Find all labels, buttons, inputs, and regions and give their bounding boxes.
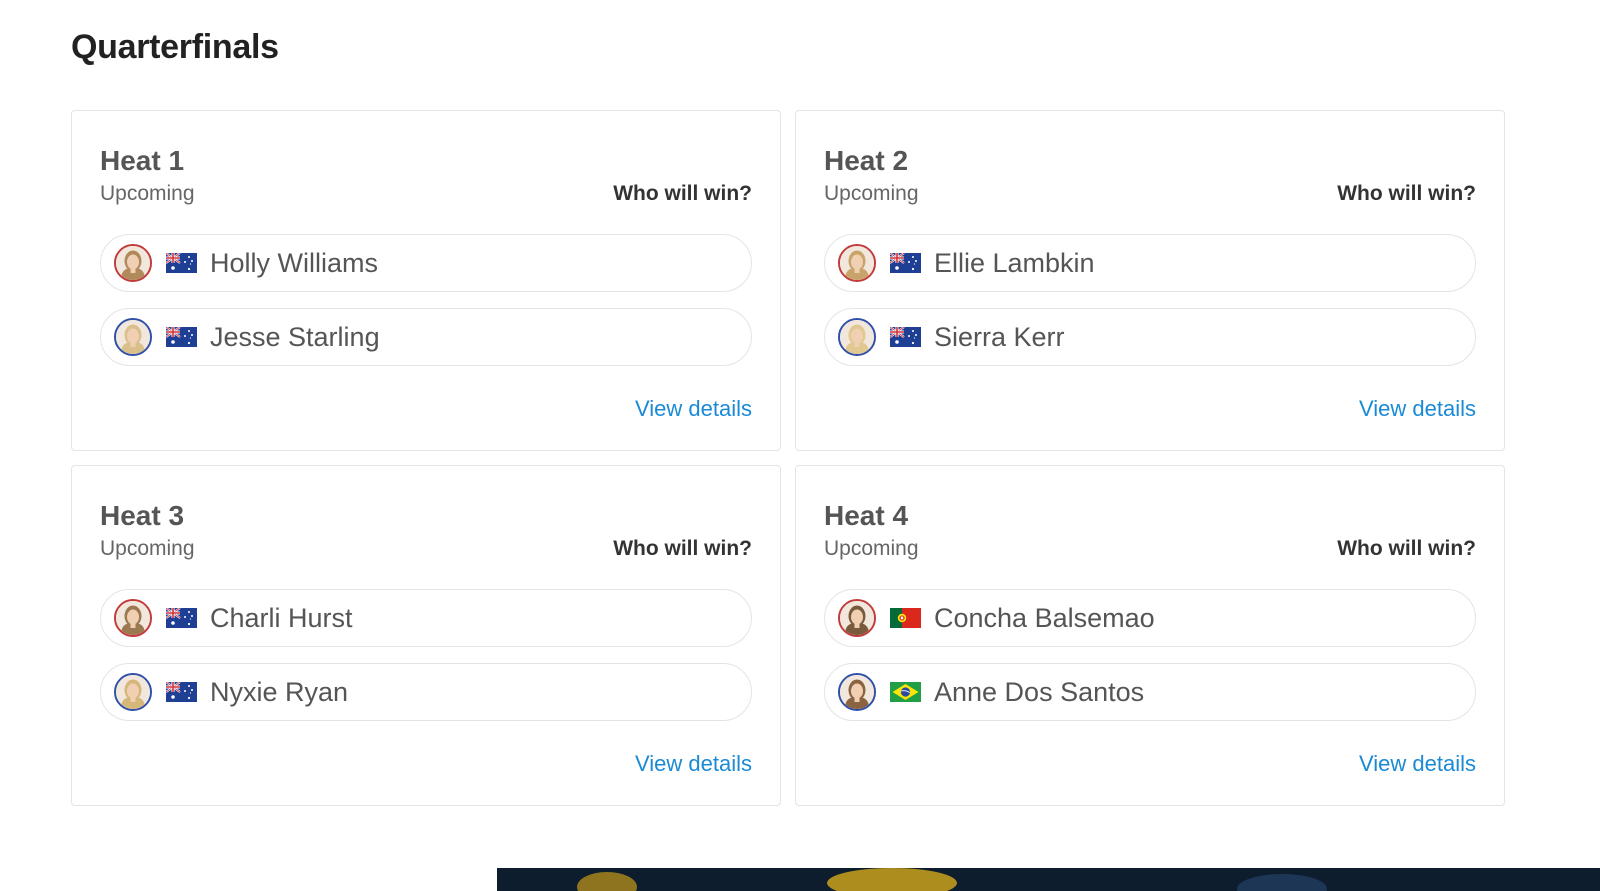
surfer-name: Sierra Kerr [934,321,1065,352]
surfer-name: Jesse Starling [210,321,380,352]
athlete-avatar [114,244,152,282]
section-title: Quarterfinals [71,28,279,66]
heat-status: Upcoming [100,182,195,205]
heat-title: Heat 4 [824,500,909,531]
view-details-link[interactable]: View details [635,751,752,777]
heat-title: Heat 1 [100,145,185,176]
athlete-avatar [838,599,876,637]
promo-banner-image [497,868,1600,891]
surfer-pick-option[interactable]: Holly Williams [100,234,752,292]
heat-card-2: Heat 2 Upcoming Who will win? Ellie Lamb… [795,110,1505,451]
athlete-avatar [114,599,152,637]
surfer-pick-option[interactable]: Sierra Kerr [824,308,1476,366]
who-will-win-label: Who will win? [613,537,752,560]
surfer-name: Anne Dos Santos [934,676,1145,707]
surfer-pick-option[interactable]: Charli Hurst [100,589,752,647]
surfer-name: Holly Williams [210,247,378,278]
athlete-avatar [114,318,152,356]
who-will-win-label: Who will win? [613,182,752,205]
surfer-pick-option[interactable]: Anne Dos Santos [824,663,1476,721]
brazil-flag-icon [876,682,921,702]
portugal-flag-icon [876,608,921,628]
quarterfinals-page: Quarterfinals Heat 1 Upcoming Who will w… [0,0,1600,891]
surfer-pick-option[interactable]: Jesse Starling [100,308,752,366]
surfer-name: Charli Hurst [210,602,353,633]
heat-status: Upcoming [824,537,919,560]
who-will-win-label: Who will win? [1337,182,1476,205]
athlete-avatar [838,244,876,282]
surfer-pick-option[interactable]: Concha Balsemao [824,589,1476,647]
athlete-avatar [838,673,876,711]
australia-flag-icon [876,327,921,347]
surfer-name: Concha Balsemao [934,602,1155,633]
surfer-pick-option[interactable]: Ellie Lambkin [824,234,1476,292]
australia-flag-icon [876,253,921,273]
who-will-win-label: Who will win? [1337,537,1476,560]
athlete-avatar [838,318,876,356]
heat-card-1: Heat 1 Upcoming Who will win? Holly Will… [71,110,781,451]
heat-title: Heat 3 [100,500,185,531]
heat-title: Heat 2 [824,145,909,176]
surfer-name: Ellie Lambkin [934,247,1095,278]
surfer-name: Nyxie Ryan [210,676,349,707]
heats-grid: Heat 1 Upcoming Who will win? Holly Will… [71,110,1505,806]
australia-flag-icon [152,327,197,347]
view-details-link[interactable]: View details [1359,396,1476,422]
heat-status: Upcoming [100,537,195,560]
athlete-avatar [114,673,152,711]
australia-flag-icon [152,253,197,273]
australia-flag-icon [152,682,197,702]
view-details-link[interactable]: View details [635,396,752,422]
heat-status: Upcoming [824,182,919,205]
view-details-link[interactable]: View details [1359,751,1476,777]
heat-card-3: Heat 3 Upcoming Who will win? Charli Hur… [71,465,781,806]
heat-card-4: Heat 4 Upcoming Who will win? Concha Bal… [795,465,1505,806]
surfer-pick-option[interactable]: Nyxie Ryan [100,663,752,721]
australia-flag-icon [152,608,197,628]
